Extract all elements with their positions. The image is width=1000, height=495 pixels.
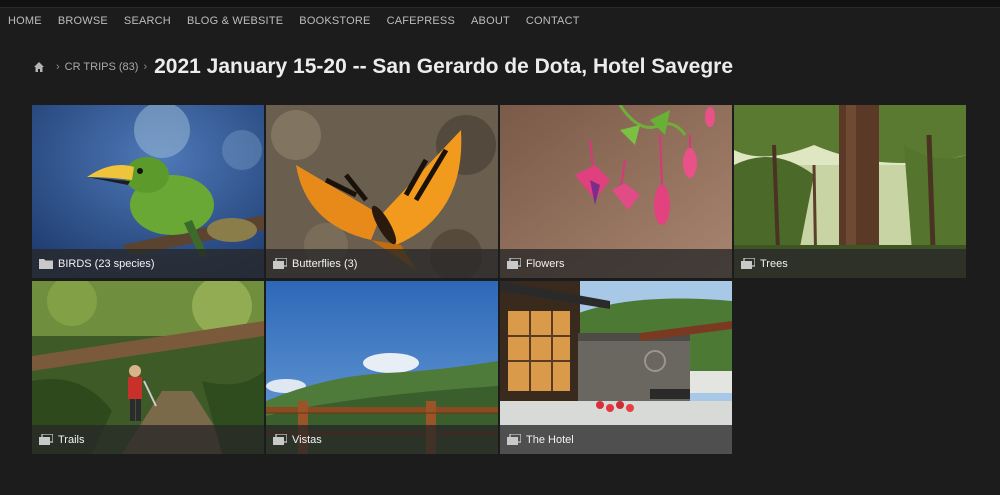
home-icon[interactable] — [33, 61, 45, 73]
gallery-tile-trees[interactable]: Trees — [734, 105, 966, 278]
breadcrumb-separator: › — [143, 61, 148, 73]
gallery-icon — [273, 258, 287, 269]
nav-home[interactable]: HOME — [8, 15, 42, 27]
tile-label: The Hotel — [526, 433, 574, 446]
nav-cafepress[interactable]: CAFEPRESS — [387, 15, 455, 27]
gallery-tile-trails[interactable]: Trails — [32, 281, 264, 454]
tile-caption: Trees — [734, 249, 966, 278]
tile-label: Trails — [58, 433, 85, 446]
page-title: 2021 January 15-20 -- San Gerardo de Dot… — [154, 55, 734, 78]
tile-caption: Trails — [32, 425, 264, 454]
nav-browse[interactable]: BROWSE — [58, 15, 108, 27]
breadcrumb-separator: › — [56, 61, 60, 73]
gallery-tile-flowers[interactable]: Flowers — [500, 105, 732, 278]
tile-label: Butterflies (3) — [292, 257, 358, 270]
folder-icon — [39, 259, 53, 269]
nav-about[interactable]: ABOUT — [471, 15, 510, 27]
main-nav: HOME BROWSE SEARCH BLOG & WEBSITE BOOKST… — [0, 8, 1000, 34]
breadcrumb: › CR TRIPS (83) › 2021 January 15-20 -- … — [33, 55, 733, 79]
gallery-icon — [39, 434, 53, 445]
tile-label: Trees — [760, 257, 788, 270]
nav-blog-website[interactable]: BLOG & WEBSITE — [187, 15, 283, 27]
gallery-icon — [507, 434, 521, 445]
nav-search[interactable]: SEARCH — [124, 15, 171, 27]
tile-label: BIRDS (23 species) — [58, 257, 155, 270]
gallery-icon — [273, 434, 287, 445]
gallery-tile-the-hotel[interactable]: The Hotel — [500, 281, 732, 454]
tile-caption: BIRDS (23 species) — [32, 249, 264, 278]
tile-label: Vistas — [292, 433, 322, 446]
breadcrumb-parent-link[interactable]: CR TRIPS (83) — [65, 61, 139, 73]
nav-bookstore[interactable]: BOOKSTORE — [299, 15, 370, 27]
tile-caption: Butterflies (3) — [266, 249, 498, 278]
top-strip — [0, 0, 1000, 8]
tile-caption: Flowers — [500, 249, 732, 278]
tile-label: Flowers — [526, 257, 565, 270]
gallery-tile-vistas[interactable]: Vistas — [266, 281, 498, 454]
gallery-tile-butterflies[interactable]: Butterflies (3) — [266, 105, 498, 278]
gallery-tile-birds[interactable]: BIRDS (23 species) — [32, 105, 264, 278]
tile-caption: Vistas — [266, 425, 498, 454]
gallery-icon — [741, 258, 755, 269]
gallery-icon — [507, 258, 521, 269]
tile-caption: The Hotel — [500, 425, 732, 454]
nav-contact[interactable]: CONTACT — [526, 15, 580, 27]
